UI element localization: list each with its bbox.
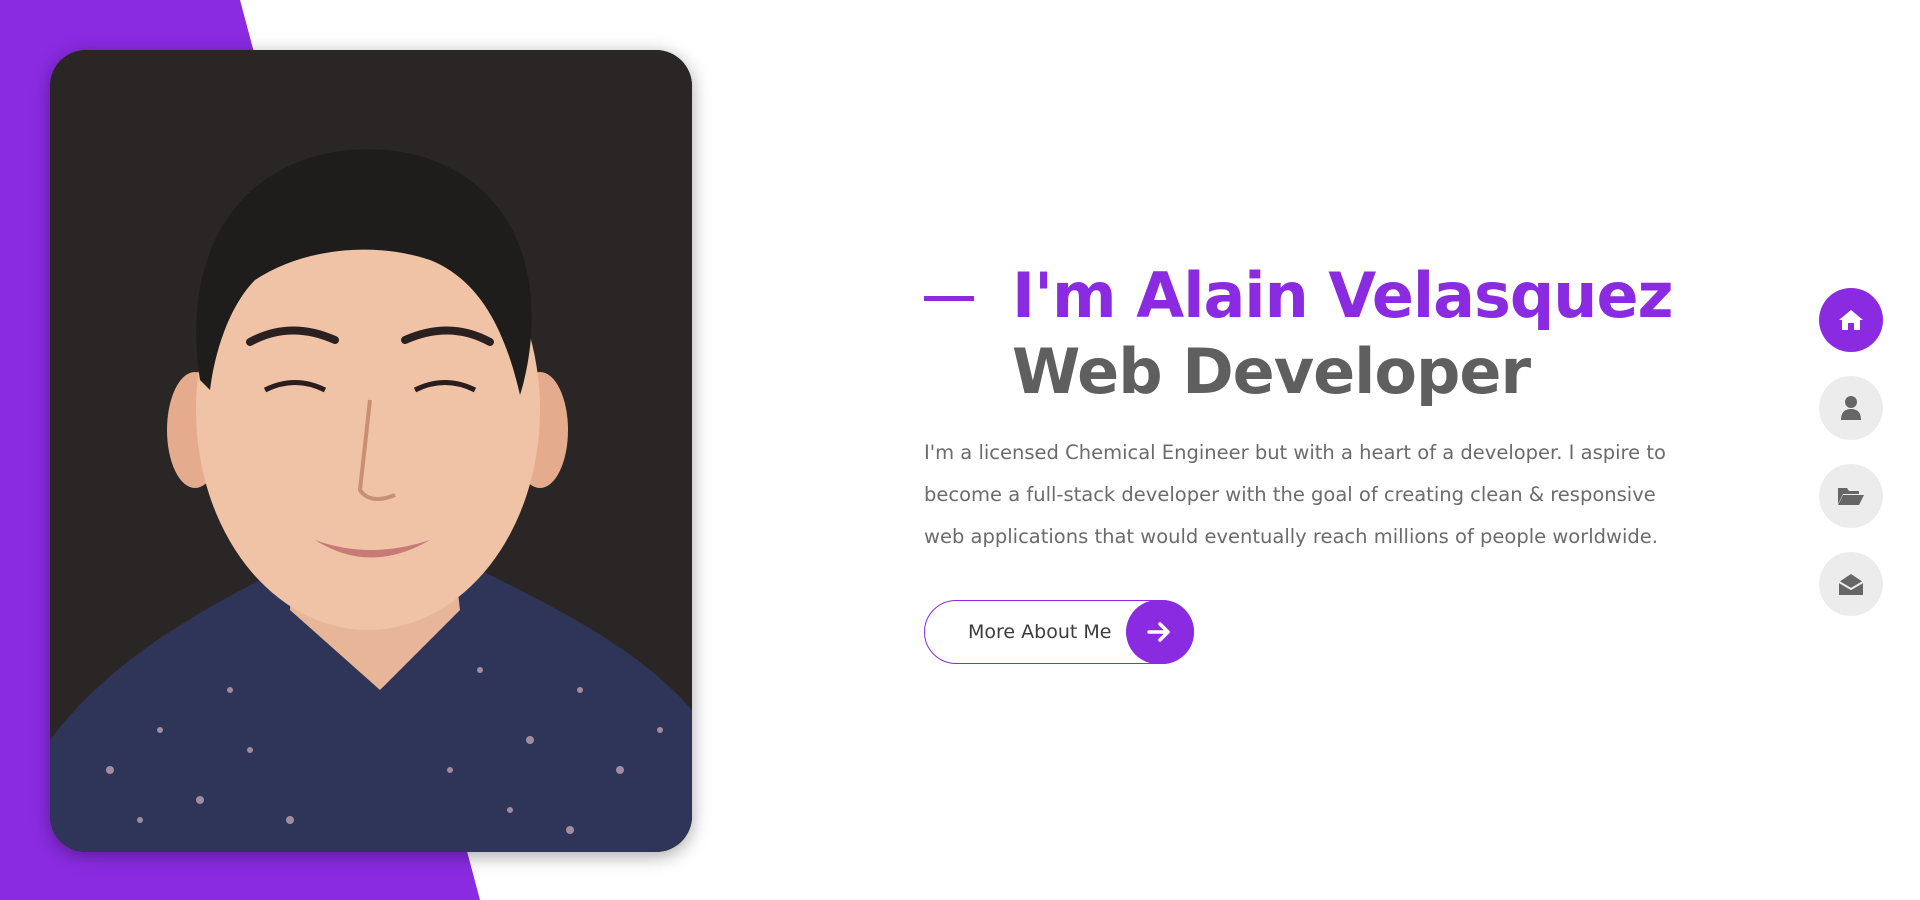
envelope-open-icon (1838, 574, 1864, 595)
nav-contact-button[interactable] (1819, 552, 1883, 616)
intro-block: I'm Alain Velasquez Web Developer I'm a … (924, 258, 1704, 558)
folder-open-icon (1838, 488, 1864, 505)
more-about-me-button[interactable]: More About Me (924, 599, 1194, 664)
nav-about-button[interactable] (1819, 376, 1883, 440)
nav-home-button[interactable] (1819, 288, 1883, 352)
name-row: I'm Alain Velasquez (924, 258, 1704, 334)
side-navigation (1819, 288, 1883, 640)
hero-name: I'm Alain Velasquez (1012, 259, 1674, 332)
hero-role: Web Developer (1012, 335, 1531, 408)
accent-dash (924, 295, 974, 301)
hero-bio: I'm a licensed Chemical Engineer but wit… (924, 441, 1666, 548)
hero-section: I'm Alain Velasquez Web Developer I'm a … (0, 0, 1920, 900)
profile-photo (50, 50, 692, 852)
nav-portfolio-button[interactable] (1819, 464, 1883, 528)
user-icon (1841, 396, 1861, 420)
home-icon (1839, 310, 1863, 330)
arrow-right-icon (1126, 599, 1194, 664)
more-about-me-label: More About Me (968, 621, 1112, 643)
portrait-illustration (50, 50, 692, 852)
